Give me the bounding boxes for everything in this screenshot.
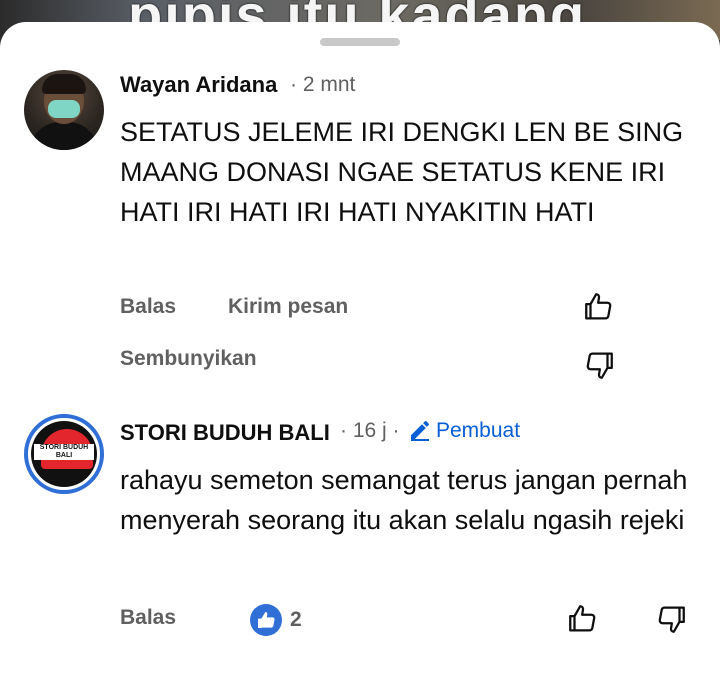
send-message-button[interactable]: Kirim pesan bbox=[228, 295, 348, 319]
thumbs-down-icon[interactable] bbox=[654, 602, 688, 636]
thumbs-down-icon[interactable] bbox=[582, 348, 616, 382]
comments-sheet: Wayan Aridana · 2 mnt SETATUS JELEME IRI… bbox=[0, 22, 720, 682]
creator-like-badge bbox=[250, 604, 282, 636]
comment-time: · 2 mnt bbox=[290, 73, 356, 96]
pencil-icon bbox=[411, 420, 429, 441]
avatar-logo-text: STORI BUDUH BALI bbox=[34, 444, 94, 460]
comment-author[interactable]: STORI BUDUH BALI bbox=[120, 420, 330, 446]
like-count: 2 bbox=[290, 608, 302, 631]
thumbs-up-icon[interactable] bbox=[566, 602, 600, 636]
comment-text: SETATUS JELEME IRI DENGKI LEN BE SING MA… bbox=[120, 117, 684, 227]
avatar[interactable]: STORI BUDUH BALI bbox=[24, 414, 104, 494]
comment-author[interactable]: Wayan Aridana bbox=[120, 72, 277, 98]
drag-handle[interactable] bbox=[320, 38, 400, 46]
hide-button[interactable]: Sembunyikan bbox=[120, 347, 257, 371]
avatar[interactable] bbox=[24, 70, 104, 150]
comment-text: rahayu semeton semangat terus jangan per… bbox=[120, 465, 688, 535]
thumbs-up-icon[interactable] bbox=[582, 290, 616, 324]
reply-button[interactable]: Balas bbox=[120, 295, 176, 319]
thumbs-up-icon bbox=[258, 612, 275, 628]
creator-badge: Pembuat bbox=[436, 419, 521, 442]
comment-time: · 16 j · bbox=[340, 419, 400, 442]
reply-button[interactable]: Balas bbox=[120, 606, 176, 630]
